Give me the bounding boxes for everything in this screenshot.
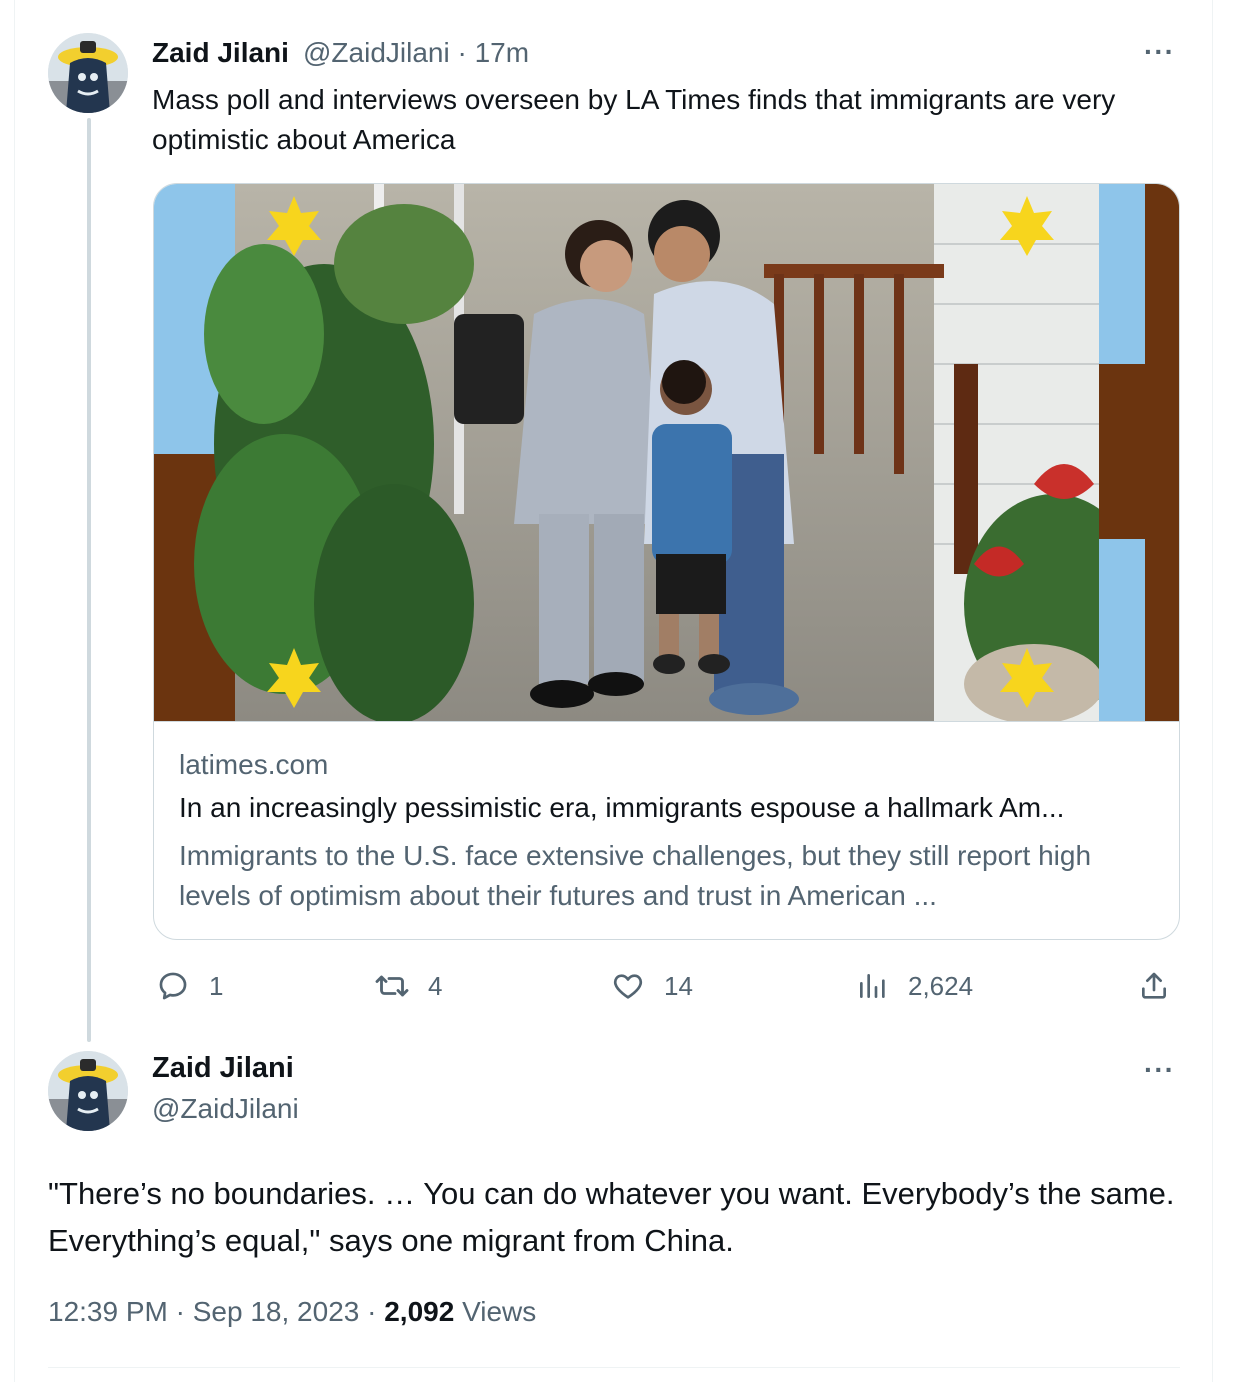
tweet-text: "There’s no boundaries. … You can do wha… xyxy=(48,1176,1175,1258)
views-button[interactable]: 2,624 xyxy=(852,965,973,1007)
meta-separator: · xyxy=(367,1296,377,1327)
retweet-count: 4 xyxy=(428,970,443,1001)
author-name[interactable]: Zaid Jilani xyxy=(152,37,289,69)
author-handle[interactable]: @ZaidJilani · 17m xyxy=(303,37,529,69)
views-count: 2,624 xyxy=(908,970,974,1001)
link-card[interactable]: latimes.com In an increasingly pessimist… xyxy=(153,183,1180,940)
more-icon[interactable]: ··· xyxy=(1144,38,1175,66)
card-description: Immigrants to the U.S. face extensive ch… xyxy=(179,840,1092,911)
timeline-right-border xyxy=(1212,0,1213,1382)
card-domain: latimes.com xyxy=(179,749,329,780)
tweet-text: Mass poll and interviews overseen by LA … xyxy=(152,84,1116,155)
avatar-image xyxy=(48,1051,128,1131)
like-icon xyxy=(608,966,648,1006)
author-handle[interactable]: @ZaidJilani xyxy=(152,1093,299,1125)
avatar[interactable] xyxy=(48,1051,128,1131)
avatar[interactable] xyxy=(48,33,128,113)
like-count: 14 xyxy=(664,970,693,1001)
card-title: In an increasingly pessimistic era, immi… xyxy=(179,792,1065,823)
author-name[interactable]: Zaid Jilani xyxy=(152,1052,294,1085)
views-label: Views xyxy=(462,1296,537,1327)
share-button[interactable] xyxy=(1134,965,1174,1007)
like-button[interactable]: 14 xyxy=(608,965,693,1007)
tweet-time[interactable]: 12:39 PM xyxy=(48,1296,168,1327)
retweet-button[interactable]: 4 xyxy=(372,965,442,1007)
reply-icon xyxy=(153,966,193,1006)
card-image[interactable] xyxy=(154,184,1179,721)
tweet-time-ago[interactable]: 17m xyxy=(475,37,529,68)
reply-count: 1 xyxy=(209,970,224,1001)
card-divider xyxy=(154,721,1179,722)
thread-connector-line xyxy=(87,118,91,1042)
views-icon xyxy=(852,966,892,1006)
reply-button[interactable]: 1 xyxy=(153,965,223,1007)
author-handle-text[interactable]: @ZaidJilani xyxy=(303,37,450,68)
meta-separator: · xyxy=(457,37,467,68)
share-icon xyxy=(1134,966,1174,1006)
meta-separator: · xyxy=(175,1296,185,1327)
views-count: 2,092 xyxy=(384,1296,455,1327)
tweet-divider xyxy=(48,1367,1180,1368)
card-photo xyxy=(154,184,1179,721)
tweet-meta: 12:39 PM · Sep 18, 2023 · 2,092 Views xyxy=(48,1296,536,1328)
more-icon[interactable]: ··· xyxy=(1144,1056,1175,1084)
retweet-icon xyxy=(372,966,412,1006)
avatar-image xyxy=(48,33,128,113)
tweet-date[interactable]: Sep 18, 2023 xyxy=(193,1296,360,1327)
timeline-left-border xyxy=(14,0,15,1382)
